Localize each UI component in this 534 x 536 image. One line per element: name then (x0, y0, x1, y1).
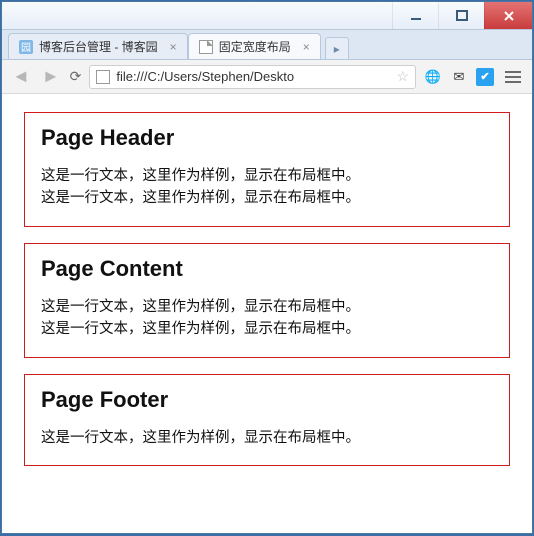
window-maximize-button[interactable] (438, 2, 484, 29)
layout-box-content: Page Content 这是一行文本，这里作为样例，显示在布局框中。 这是一行… (24, 243, 510, 358)
window-minimize-button[interactable] (392, 2, 438, 29)
reload-button[interactable]: ⟳ (70, 68, 82, 85)
page-icon (96, 70, 110, 84)
minimize-icon (410, 10, 422, 22)
browser-window: 园 博客后台管理 - 博客园 × 固定宽度布局 × ▸ ◄ ► ⟳ file:/… (1, 1, 533, 534)
box-text-line: 这是一行文本，这里作为样例，显示在布局框中。 (41, 318, 493, 340)
new-tab-button[interactable]: ▸ (325, 37, 349, 59)
extension-badge-icon[interactable]: ✔ (476, 68, 494, 86)
browser-toolbar: ◄ ► ⟳ file:///C:/Users/Stephen/Deskto ☆ … (2, 60, 532, 94)
forward-button[interactable]: ► (40, 66, 62, 87)
maximize-icon (456, 10, 468, 22)
box-text-line: 这是一行文本，这里作为样例，显示在布局框中。 (41, 427, 493, 449)
window-titlebar (2, 2, 532, 30)
extension-mail-icon[interactable]: ✉ (450, 68, 468, 86)
tab-close-button[interactable]: × (303, 40, 310, 54)
layout-box-header: Page Header 这是一行文本，这里作为样例，显示在布局框中。 这是一行文… (24, 112, 510, 227)
box-text-line: 这是一行文本，这里作为样例，显示在布局框中。 (41, 187, 493, 209)
layout-box-footer: Page Footer 这是一行文本，这里作为样例，显示在布局框中。 (24, 374, 510, 466)
url-text: file:///C:/Users/Stephen/Deskto (116, 69, 294, 84)
box-text-line: 这是一行文本，这里作为样例，显示在布局框中。 (41, 165, 493, 187)
window-close-button[interactable] (484, 2, 532, 29)
box-heading: Page Footer (41, 387, 493, 413)
tab-title: 固定宽度布局 (219, 38, 291, 55)
box-text-line: 这是一行文本，这里作为样例，显示在布局框中。 (41, 296, 493, 318)
box-heading: Page Content (41, 256, 493, 282)
box-heading: Page Header (41, 125, 493, 151)
bookmark-star-icon[interactable]: ☆ (396, 68, 409, 85)
page-viewport: Page Header 这是一行文本，这里作为样例，显示在布局框中。 这是一行文… (2, 94, 532, 533)
tab-close-button[interactable]: × (170, 40, 177, 54)
favicon-icon (199, 40, 213, 54)
browser-tab[interactable]: 固定宽度布局 × (188, 33, 321, 59)
back-button[interactable]: ◄ (10, 66, 32, 87)
favicon-icon: 园 (19, 40, 33, 54)
close-icon (503, 10, 515, 22)
extension-globe-icon[interactable]: 🌐 (424, 68, 442, 86)
tab-title: 博客后台管理 - 博客园 (39, 38, 158, 55)
tab-strip: 园 博客后台管理 - 博客园 × 固定宽度布局 × ▸ (2, 30, 532, 60)
browser-menu-button[interactable] (502, 68, 524, 86)
address-bar[interactable]: file:///C:/Users/Stephen/Deskto ☆ (89, 65, 416, 89)
browser-tab[interactable]: 园 博客后台管理 - 博客园 × (8, 33, 188, 59)
